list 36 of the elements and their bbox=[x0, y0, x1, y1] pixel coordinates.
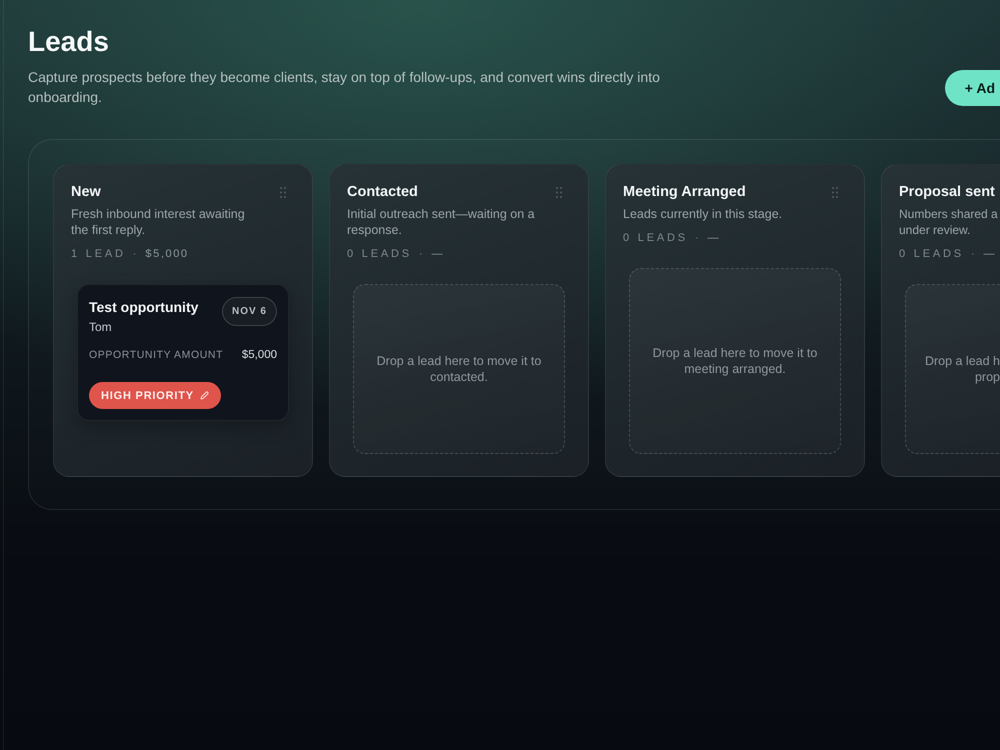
column-total: $5,000 bbox=[145, 247, 189, 262]
column-total: — bbox=[708, 231, 720, 246]
column-description: Fresh inbound interest awaiting the first reply. bbox=[71, 206, 246, 238]
drop-hint: Drop a lead here to move it to contacted. bbox=[376, 353, 542, 385]
amount-value: $5,000 bbox=[242, 348, 277, 363]
lead-count: 0 LEADS bbox=[623, 231, 688, 246]
column-title: Meeting Arranged bbox=[623, 183, 746, 201]
column-total: — bbox=[984, 247, 996, 262]
meta-separator: · bbox=[970, 247, 975, 262]
column-title: New bbox=[71, 183, 101, 201]
pencil-icon bbox=[200, 391, 209, 400]
add-button[interactable]: + Ad bbox=[944, 70, 1000, 106]
lead-count: 0 LEADS bbox=[347, 247, 412, 262]
page-description: Capture prospects before they become clients, stay on top of follow-ups, and convert wins directly into onboarding. bbox=[28, 68, 661, 107]
column-description: Initial outreach sent—waiting on a response. bbox=[347, 206, 536, 238]
drop-hint: Drop a lead h prop bbox=[924, 353, 1000, 385]
drag-handle-icon[interactable] bbox=[280, 187, 286, 198]
drag-handle-icon[interactable] bbox=[556, 187, 562, 198]
column-title: Proposal sent bbox=[899, 183, 995, 201]
date-badge: NOV 6 bbox=[222, 297, 277, 326]
column-title: Contacted bbox=[347, 183, 418, 201]
drag-handle-icon[interactable] bbox=[832, 187, 838, 198]
meta-separator: · bbox=[694, 231, 699, 246]
lead-contact: Tom bbox=[89, 319, 112, 335]
lead-count: 1 LEAD bbox=[71, 247, 126, 262]
meta-separator: · bbox=[132, 247, 136, 262]
amount-label: OPPORTUNITY AMOUNT bbox=[89, 348, 224, 363]
column-description: Leads currently in this stage. bbox=[623, 206, 782, 222]
lead-count: 0 LEADS bbox=[899, 247, 964, 262]
lead-card[interactable]: Test opportunity Tom NOV 6 OPPORTUNITY AMOUNT $5,000 HIGH PRIORITY bbox=[77, 284, 289, 421]
drop-hint: Drop a lead here to move it to meeting arranged. bbox=[652, 345, 818, 377]
page-title: Leads bbox=[28, 25, 109, 59]
meta-separator: · bbox=[418, 247, 423, 262]
lead-title: Test opportunity bbox=[89, 298, 198, 316]
column-description: Numbers shared a under review. bbox=[899, 206, 998, 238]
column-total: — bbox=[432, 247, 444, 262]
